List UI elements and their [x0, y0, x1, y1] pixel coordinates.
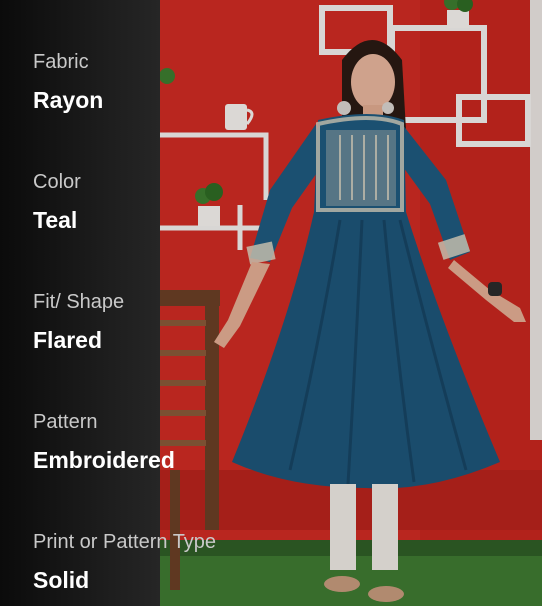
- attribute-fit-shape: Fit/ Shape Flared: [33, 290, 124, 354]
- attribute-value: Flared: [33, 327, 103, 353]
- attribute-value: Rayon: [33, 87, 104, 113]
- attribute-color: Color Teal: [33, 170, 81, 234]
- attribute-label: Fabric: [33, 51, 89, 73]
- attribute-pattern: Pattern Embroidered: [33, 410, 175, 474]
- attribute-fabric: Fabric Rayon: [33, 50, 103, 114]
- attribute-value: Embroidered: [33, 447, 175, 473]
- attribute-label: Fit/ Shape: [33, 291, 125, 313]
- attribute-value: Solid: [33, 567, 90, 593]
- attribute-print-type: Print or Pattern Type Solid: [33, 530, 216, 594]
- image-dim-layer: [160, 0, 542, 606]
- attribute-label: Color: [33, 171, 81, 193]
- attribute-value: Teal: [33, 207, 78, 233]
- attribute-label: Print or Pattern Type: [33, 531, 217, 553]
- attribute-label: Pattern: [33, 411, 98, 433]
